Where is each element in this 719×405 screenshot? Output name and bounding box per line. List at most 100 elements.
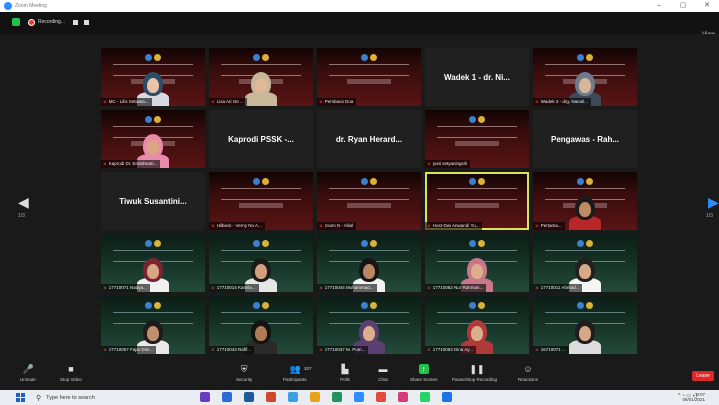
windows-start-icon[interactable] (16, 393, 25, 402)
participant-tile[interactable]: ⨯ yuni setyaningsih (425, 110, 529, 168)
chrome-icon[interactable] (376, 392, 386, 402)
word-icon[interactable] (222, 392, 232, 402)
participant-tile[interactable]: ⨯ Lisa Ari Oe ... (209, 48, 313, 106)
muted-mic-icon: ⨯ (319, 223, 323, 228)
university-logo-icon (361, 178, 377, 185)
zoom-taskbar-icon[interactable] (354, 392, 364, 402)
participant-name-display: dr. Ryan Herard... (335, 134, 403, 144)
participant-name: 17710011 Ahmad... (540, 285, 580, 290)
file-explorer-icon[interactable] (310, 392, 320, 402)
muted-mic-icon: ⨯ (535, 285, 539, 290)
participant-tile[interactable]: ⨯ Kaprodi Dr. Endahwati... (101, 110, 205, 168)
whatsapp-icon[interactable] (420, 392, 430, 402)
muted-mic-icon: ⨯ (319, 99, 323, 104)
virtual-background-banner (347, 203, 391, 208)
polls-button[interactable]: ▙ Polls (340, 364, 350, 382)
participant-name-label: ⨯ 17710011 Ahmad... (533, 284, 583, 292)
mail-icon[interactable] (288, 392, 298, 402)
virtual-background-banner (221, 188, 301, 200)
participant-name-display: Pengawas - Rah... (550, 134, 620, 144)
virtual-background-banner (347, 79, 391, 84)
participant-tile[interactable]: ⨯ 17710014 Kamila... (209, 234, 313, 292)
previous-page-icon[interactable]: ◀ (18, 194, 29, 211)
participant-tile[interactable]: ⨯ 17710037 M. Putri... (317, 296, 421, 354)
participants-button[interactable]: 👥 Participants (283, 364, 307, 382)
muted-mic-icon: ⨯ (427, 223, 431, 228)
participant-name: zoom N - Hilal (324, 223, 354, 228)
participant-tile[interactable]: ⨯ Pembaca Doa (317, 48, 421, 106)
virtual-background-banner (329, 64, 409, 76)
participant-tile[interactable]: ⨯ 16710071 ... (533, 296, 637, 354)
unmute-label: Unmute (20, 377, 36, 382)
participant-tile[interactable]: ⨯ Host-Dwi Anwandi Yu... (425, 172, 529, 230)
university-logo-icon (469, 302, 485, 309)
edge-icon[interactable] (244, 392, 254, 402)
university-logo-icon (145, 116, 161, 123)
university-logo-icon (577, 302, 593, 309)
participant-tile[interactable]: ⨯ 17710057 Fajar Dim... (101, 296, 205, 354)
taskbar-apps (200, 392, 464, 402)
participant-tile[interactable]: ⨯ 17710071 Nadya... (101, 234, 205, 292)
pause-recording-button[interactable]: ❚❚ Pause/Stop Recording (452, 364, 497, 382)
photos-icon[interactable] (398, 392, 408, 402)
excel-icon[interactable] (332, 392, 342, 402)
muted-mic-icon: ⨯ (535, 99, 539, 104)
muted-mic-icon: ⨯ (427, 285, 431, 290)
participant-tile[interactable]: ⨯ Hilbeck - Verny No A... (209, 172, 313, 230)
recording-status: Recording... (38, 19, 65, 25)
participant-tile[interactable]: Tiwuk Susantini... (101, 172, 205, 230)
participant-tile[interactable]: Kaprodi PSSK -... (209, 110, 313, 168)
participant-tile[interactable]: ⨯ 17710044 Muhammad... (317, 234, 421, 292)
zoom-logo-icon (4, 2, 12, 10)
chat-button[interactable]: ▬ Chat (378, 364, 388, 382)
participant-tile[interactable]: Wadek 1 - dr. Ni... (425, 48, 529, 106)
powerpoint-icon[interactable] (266, 392, 276, 402)
taskbar-clock[interactable]: 9:07 06/01/2021 (682, 392, 705, 402)
virtual-background-banner (239, 203, 283, 208)
unmute-button[interactable]: 🎤 Unmute (20, 364, 36, 382)
taskbar-search[interactable]: ⚲ Type here to search (36, 391, 95, 404)
participant-name-label: ⨯ 17710043 Rafif... (209, 346, 255, 354)
participant-tile[interactable]: ⨯ zoom N - Hilal (317, 172, 421, 230)
participant-name-label: ⨯ Hilbeck - Verny No A... (209, 222, 265, 230)
university-logo-icon (253, 54, 269, 61)
participant-name: Hilbeck - Verny No A... (216, 223, 262, 228)
participant-tile[interactable]: ⨯ 17710063 Dina Ay... (425, 296, 529, 354)
participant-tile[interactable]: ⨯ MC - Lilis Setiawa... (101, 48, 205, 106)
participant-tile[interactable]: ⨯ 17710043 Rafif... (209, 296, 313, 354)
pause-recording-label: Pause/Stop Recording (452, 377, 498, 382)
meeting-toolbar: 🎤 Unmute ■ Stop Video ⛨ Security 👥 Parti… (0, 362, 719, 390)
next-page-icon[interactable]: ▶ (708, 194, 719, 211)
clock-date: 06/01/2021 (682, 397, 705, 402)
participant-name-label: ⨯ 17710071 Nadya... (101, 284, 150, 292)
participant-tile[interactable]: ⨯ 17710011 Ahmad... (533, 234, 637, 292)
pause-recording-icon[interactable] (72, 19, 78, 25)
participant-tile[interactable]: ⨯ Wadek 3 - drg. Nanuli... (533, 48, 637, 106)
muted-mic-icon: ⨯ (211, 347, 215, 352)
window-title: Zoom Meeting (15, 3, 47, 9)
participant-name: Lisa Ari Oe ... (216, 99, 244, 104)
leave-button[interactable]: Leave (692, 371, 714, 381)
maximize-icon[interactable]: ▢ (671, 0, 695, 12)
onedrive-icon[interactable] (442, 392, 452, 402)
stop-recording-icon[interactable] (83, 19, 89, 25)
participant-tile[interactable]: ⨯ Pertama... (533, 172, 637, 230)
participant-name: 17710043 Rafif... (216, 347, 252, 352)
reactions-button[interactable]: ☺ Reactions (518, 364, 538, 382)
participant-tile[interactable]: dr. Ryan Herard... (317, 110, 421, 168)
university-logo-icon (469, 240, 485, 247)
close-icon[interactable]: ✕ (695, 0, 719, 12)
share-screen-label: Share Screen (410, 377, 438, 382)
teams-icon[interactable] (200, 392, 210, 402)
participant-tile[interactable]: Pengawas - Rah... (533, 110, 637, 168)
muted-mic-icon: ⨯ (427, 161, 431, 166)
participant-name-label: ⨯ Pembaca Doa (317, 98, 357, 106)
stop-video-label: Stop Video (60, 377, 82, 382)
security-label: Security (236, 377, 253, 382)
minimize-icon[interactable]: – (647, 0, 671, 12)
stop-video-button[interactable]: ■ Stop Video (60, 364, 82, 382)
security-shield-icon[interactable] (12, 18, 20, 26)
share-screen-button[interactable]: ↑ Share Screen (410, 364, 438, 382)
participant-tile[interactable]: ⨯ 17710062 Nur Rahman... (425, 234, 529, 292)
security-button[interactable]: ⛨ Security (236, 364, 252, 382)
